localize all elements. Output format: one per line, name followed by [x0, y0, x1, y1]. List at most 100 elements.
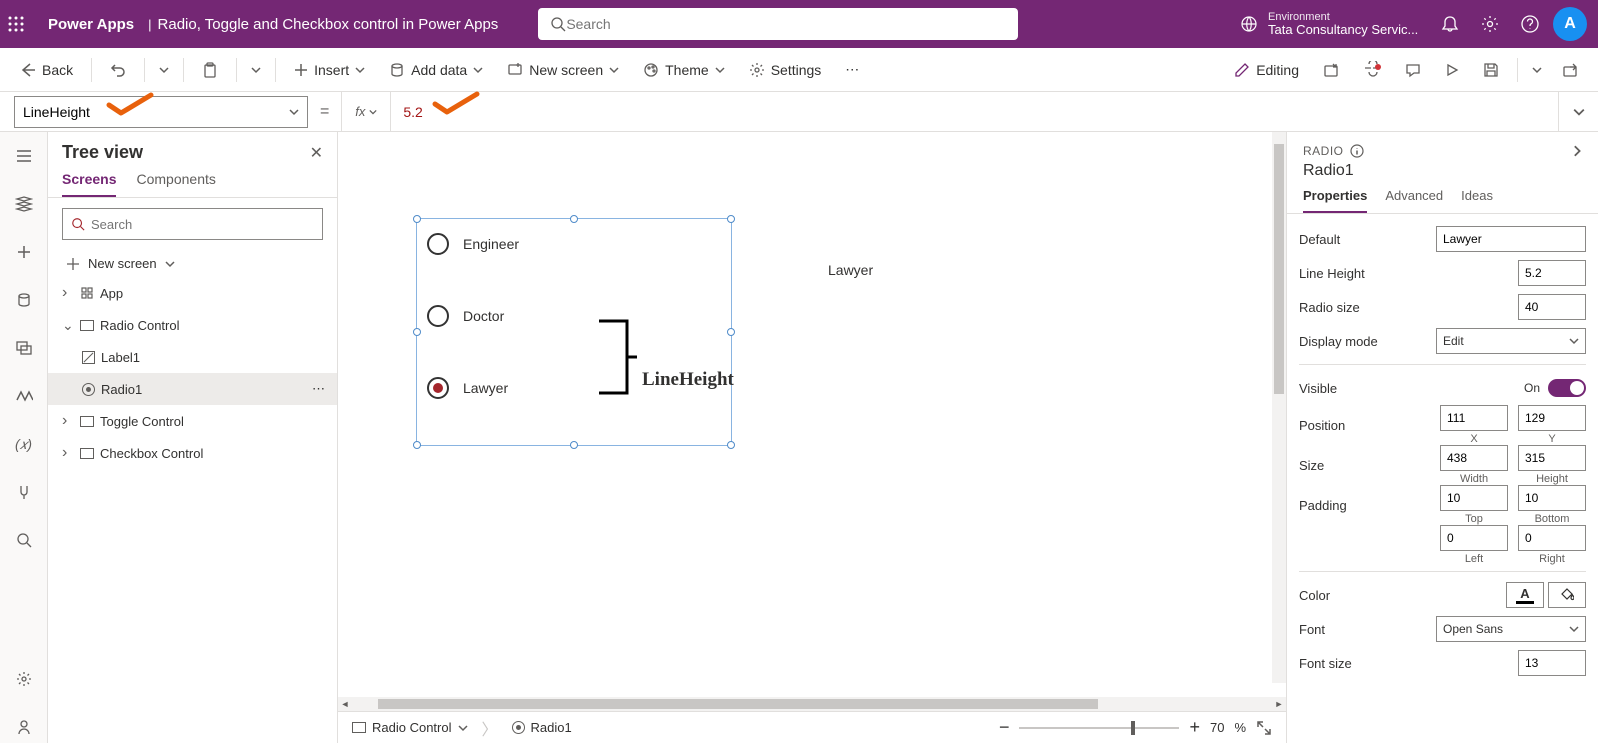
- fx-button[interactable]: fx: [341, 92, 391, 131]
- preview-button[interactable]: [1435, 54, 1469, 86]
- app-checker-button[interactable]: [1353, 54, 1391, 86]
- prop-position-y-input[interactable]: [1518, 405, 1586, 431]
- new-screen-button[interactable]: New screen: [497, 54, 629, 86]
- close-tree-button[interactable]: ✕: [310, 143, 323, 163]
- selection-handle[interactable]: [727, 328, 735, 336]
- settings-icon[interactable]: [1470, 0, 1510, 48]
- prop-default-input[interactable]: [1436, 226, 1586, 252]
- settings-button[interactable]: Settings: [739, 54, 832, 86]
- tree-item-radio-control[interactable]: Radio Control: [48, 309, 337, 341]
- rail-hamburger-icon[interactable]: [8, 140, 40, 172]
- insert-button[interactable]: Insert: [284, 54, 375, 86]
- radio-option-engineer[interactable]: Engineer: [417, 229, 731, 259]
- theme-button[interactable]: Theme: [633, 54, 735, 86]
- app-name[interactable]: Power Apps: [40, 16, 142, 33]
- zoom-in-button[interactable]: +: [1189, 717, 1200, 738]
- save-button[interactable]: [1473, 54, 1509, 86]
- zoom-slider[interactable]: [1019, 727, 1179, 729]
- formula-input[interactable]: 5.2: [391, 92, 1558, 131]
- rail-tree-icon[interactable]: [8, 188, 40, 220]
- tree-item-checkbox-control[interactable]: Checkbox Control: [48, 437, 337, 469]
- scroll-left-icon[interactable]: ◄: [338, 697, 352, 711]
- prop-visible-toggle[interactable]: [1548, 379, 1586, 397]
- prop-radiosize-input[interactable]: [1518, 294, 1586, 320]
- comments-button[interactable]: [1395, 54, 1431, 86]
- canvas-surface[interactable]: Engineer Doctor Lawyer LineHeight: [338, 132, 1286, 697]
- tree-item-radio1[interactable]: Radio1 ⋯: [48, 373, 337, 405]
- control-name[interactable]: Radio1: [1303, 158, 1582, 188]
- share-button[interactable]: [1313, 54, 1349, 86]
- rail-insert-icon[interactable]: [8, 236, 40, 268]
- props-tab-ideas[interactable]: Ideas: [1461, 188, 1493, 213]
- prop-height-input[interactable]: [1518, 445, 1586, 471]
- prop-lineheight-input[interactable]: [1518, 260, 1586, 286]
- radio-control[interactable]: Engineer Doctor Lawyer LineHeight: [416, 218, 732, 446]
- zoom-out-button[interactable]: −: [999, 717, 1010, 738]
- rail-flows-icon[interactable]: [8, 380, 40, 412]
- prop-displaymode-select[interactable]: Edit: [1436, 328, 1586, 354]
- prop-fill-color-button[interactable]: [1548, 582, 1586, 608]
- more-icon[interactable]: ⋯: [312, 381, 325, 397]
- editing-button[interactable]: Editing: [1224, 54, 1309, 86]
- prop-padding-left-input[interactable]: [1440, 525, 1508, 551]
- user-avatar[interactable]: A: [1550, 0, 1590, 48]
- undo-dropdown[interactable]: [153, 54, 175, 86]
- back-button[interactable]: Back: [10, 54, 83, 86]
- prop-font-color-button[interactable]: A: [1506, 582, 1544, 608]
- tab-components[interactable]: Components: [136, 171, 215, 197]
- rail-search-icon[interactable]: [8, 524, 40, 556]
- scrollbar-thumb[interactable]: [1274, 144, 1284, 394]
- horizontal-scrollbar[interactable]: ◄ ►: [338, 697, 1286, 711]
- save-dropdown[interactable]: [1526, 54, 1548, 86]
- search-input[interactable]: [566, 16, 1006, 32]
- tree-item-toggle-control[interactable]: Toggle Control: [48, 405, 337, 437]
- prop-position-x-input[interactable]: [1440, 405, 1508, 431]
- label-control[interactable]: Lawyer: [828, 262, 873, 278]
- rail-variables-icon[interactable]: (𝑥): [8, 428, 40, 460]
- rail-settings-icon[interactable]: [8, 663, 40, 695]
- property-input[interactable]: [23, 104, 103, 120]
- tree-search-input[interactable]: [91, 217, 314, 232]
- scrollbar-thumb[interactable]: [378, 699, 1098, 709]
- radio-option-doctor[interactable]: Doctor: [417, 301, 731, 331]
- selection-handle[interactable]: [413, 215, 421, 223]
- selection-handle[interactable]: [727, 441, 735, 449]
- breadcrumb-screen[interactable]: Radio Control: [352, 720, 468, 735]
- props-tab-advanced[interactable]: Advanced: [1385, 188, 1443, 213]
- rail-tools-icon[interactable]: [8, 476, 40, 508]
- notifications-icon[interactable]: [1430, 0, 1470, 48]
- property-selector[interactable]: [14, 96, 308, 128]
- tree-item-label1[interactable]: Label1: [48, 341, 337, 373]
- more-button[interactable]: ⋯: [835, 54, 869, 86]
- paste-button[interactable]: [192, 54, 228, 86]
- slider-thumb[interactable]: [1131, 721, 1135, 735]
- prop-padding-top-input[interactable]: [1440, 485, 1508, 511]
- scroll-right-icon[interactable]: ►: [1272, 697, 1286, 711]
- undo-button[interactable]: [100, 54, 136, 86]
- add-data-button[interactable]: Add data: [379, 54, 493, 86]
- help-icon[interactable]: [1510, 0, 1550, 48]
- prop-font-select[interactable]: Open Sans: [1436, 616, 1586, 642]
- vertical-scrollbar[interactable]: [1272, 132, 1286, 683]
- tree-search[interactable]: [62, 208, 323, 240]
- tree-item-app[interactable]: App: [48, 277, 337, 309]
- rail-media-icon[interactable]: [8, 332, 40, 364]
- selection-handle[interactable]: [570, 215, 578, 223]
- prop-padding-bottom-input[interactable]: [1518, 485, 1586, 511]
- prop-width-input[interactable]: [1440, 445, 1508, 471]
- paste-dropdown[interactable]: [245, 54, 267, 86]
- fit-to-screen-button[interactable]: [1256, 720, 1272, 736]
- tab-screens[interactable]: Screens: [62, 171, 116, 197]
- info-icon[interactable]: [1350, 144, 1364, 158]
- environment-picker[interactable]: Environment Tata Consultancy Servic...: [1230, 11, 1430, 37]
- global-search[interactable]: [538, 8, 1018, 40]
- selection-handle[interactable]: [413, 328, 421, 336]
- prop-fontsize-input[interactable]: [1518, 650, 1586, 676]
- publish-button[interactable]: [1552, 54, 1588, 86]
- waffle-icon[interactable]: [8, 16, 40, 32]
- rail-data-icon[interactable]: [8, 284, 40, 316]
- selection-handle[interactable]: [570, 441, 578, 449]
- selection-handle[interactable]: [413, 441, 421, 449]
- rail-virtual-agent-icon[interactable]: [8, 711, 40, 743]
- selection-handle[interactable]: [727, 215, 735, 223]
